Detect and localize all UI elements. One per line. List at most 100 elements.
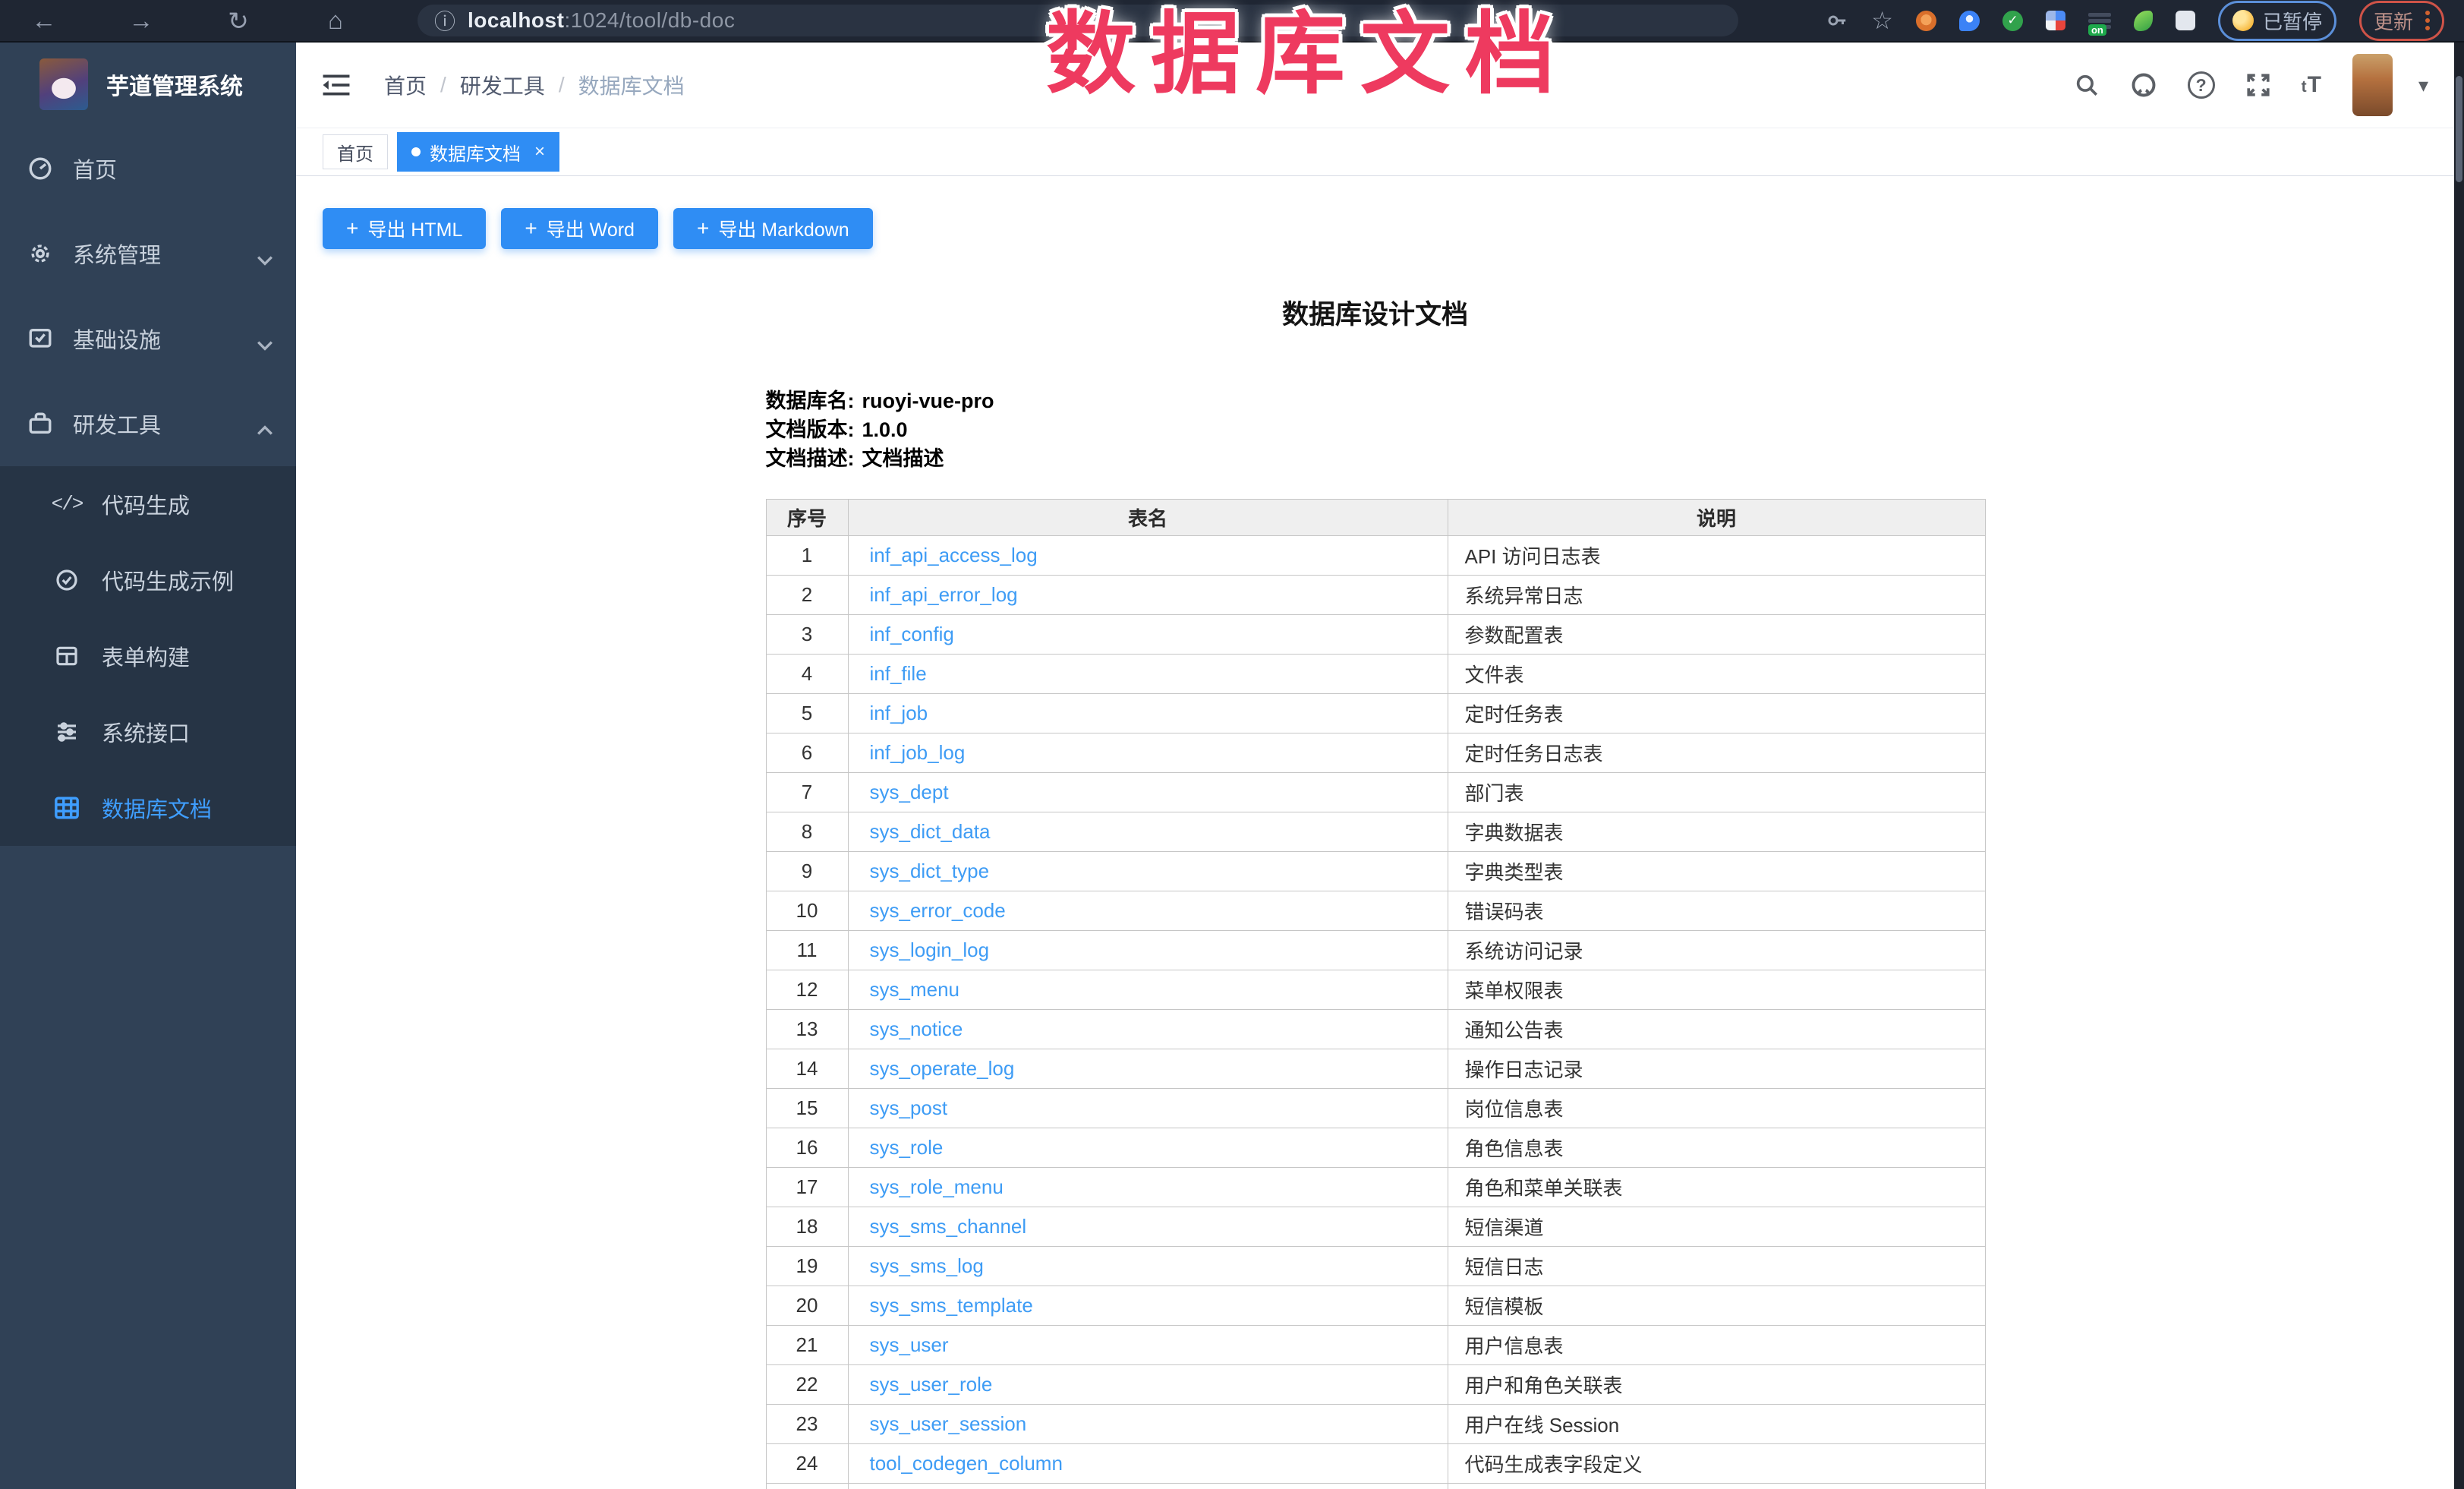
browser-update-badge[interactable]: 更新 <box>2359 1 2444 41</box>
row-number: 15 <box>766 1089 848 1128</box>
export-button[interactable]: + 导出 Word <box>501 208 658 249</box>
user-avatar[interactable] <box>2352 54 2393 116</box>
row-number: 18 <box>766 1207 848 1247</box>
paused-extension-badge[interactable]: 已暂停 <box>2218 1 2336 41</box>
sidebar-collapse-icon[interactable] <box>322 73 351 97</box>
table-row: 21 sys_user 用户信息表 <box>766 1326 1985 1365</box>
table-name-link[interactable]: sys_dept <box>870 781 949 803</box>
table-description: 系统异常日志 <box>1448 576 1985 615</box>
sidebar-item-home[interactable]: 首页 <box>0 126 296 211</box>
row-number: 24 <box>766 1444 848 1484</box>
extensions-puzzle-icon[interactable] <box>2176 11 2195 30</box>
help-icon[interactable]: ? <box>2188 71 2215 99</box>
extension-icon-2[interactable] <box>1959 11 1980 31</box>
tab-home[interactable]: 首页 <box>323 134 388 169</box>
table-name-link[interactable]: inf_job <box>870 702 928 724</box>
table-row: 14 sys_operate_log 操作日志记录 <box>766 1049 1985 1089</box>
row-number: 5 <box>766 694 848 733</box>
row-number: 12 <box>766 970 848 1010</box>
sidebar-item-codegen[interactable]: </> 代码生成 <box>0 466 296 542</box>
tab-close-icon[interactable]: × <box>534 143 545 161</box>
sidebar-item-codegen-demo[interactable]: 代码生成示例 <box>0 542 296 618</box>
sidebar-item-api[interactable]: 系统接口 <box>0 694 296 770</box>
monitor-check-icon <box>24 326 56 352</box>
tags-view-bar: 首页 数据库文档 × <box>296 128 2454 176</box>
table-name-link[interactable]: sys_sms_template <box>870 1294 1033 1317</box>
export-button[interactable]: + 导出 HTML <box>323 208 486 249</box>
extension-icon-on[interactable]: on <box>2088 8 2111 33</box>
export-button[interactable]: + 导出 Markdown <box>673 208 873 249</box>
search-icon[interactable] <box>2074 72 2100 98</box>
table-row: 12 sys_menu 菜单权限表 <box>766 970 1985 1010</box>
row-number: 13 <box>766 1010 848 1049</box>
browser-home-icon[interactable]: ⌂ <box>320 6 351 35</box>
sidebar-item-form-builder[interactable]: 表单构建 <box>0 618 296 694</box>
table-description: 短信渠道 <box>1448 1207 1985 1247</box>
table-description: API 访问日志表 <box>1448 536 1985 576</box>
site-info-icon[interactable]: ⓘ <box>434 5 455 36</box>
extension-icon-4[interactable] <box>2046 11 2065 30</box>
table-description: 定时任务日志表 <box>1448 733 1985 773</box>
table-row: 2 inf_api_error_log 系统异常日志 <box>766 576 1985 615</box>
breadcrumb: 首页 / 研发工具 / 数据库文档 <box>384 70 685 100</box>
table-name-link[interactable]: tool_codegen_column <box>870 1452 1063 1475</box>
table-name-link[interactable]: sys_role_menu <box>870 1175 1004 1198</box>
toolbox-icon <box>24 411 56 437</box>
sidebar-item-system[interactable]: 系统管理 <box>0 211 296 296</box>
sidebar: 芋道管理系统 首页 系统管理 基础设施 <box>0 43 296 1489</box>
table-name-link[interactable]: inf_config <box>870 623 954 645</box>
table-name-link[interactable]: sys_notice <box>870 1017 963 1040</box>
column-header-desc: 说明 <box>1448 500 1985 536</box>
app-logo-row[interactable]: 芋道管理系统 <box>0 43 296 126</box>
table-name-link[interactable]: sys_sms_log <box>870 1254 984 1277</box>
sidebar-item-devtools[interactable]: 研发工具 <box>0 381 296 466</box>
table-name-link[interactable]: sys_login_log <box>870 939 990 961</box>
table-name-link[interactable]: inf_api_access_log <box>870 544 1038 566</box>
table-name-link[interactable]: inf_file <box>870 662 927 685</box>
sidebar-item-label: 首页 <box>73 153 117 185</box>
browser-back-icon[interactable]: ← <box>29 6 59 35</box>
tab-db-doc[interactable]: 数据库文档 × <box>397 132 559 172</box>
table-name-link[interactable]: sys_error_code <box>870 899 1006 922</box>
extension-icon-5[interactable] <box>2134 11 2153 31</box>
scrollbar-thumb[interactable] <box>2456 76 2462 182</box>
user-menu-caret-icon[interactable]: ▾ <box>2418 74 2428 97</box>
extension-icon-1[interactable] <box>1916 11 1936 31</box>
table-name-link[interactable]: sys_dict_type <box>870 860 990 882</box>
github-icon[interactable] <box>2130 71 2157 99</box>
table-name-link[interactable]: sys_user <box>870 1333 949 1356</box>
sidebar-item-label: 数据库文档 <box>102 792 212 824</box>
page-scrollbar[interactable] <box>2454 43 2464 1489</box>
password-key-icon[interactable] <box>1826 9 1848 32</box>
table-name-link[interactable]: sys_operate_log <box>870 1057 1015 1080</box>
main-area: 首页 / 研发工具 / 数据库文档 ? tT ▾ 首页 <box>296 43 2454 1489</box>
table-row: 13 sys_notice 通知公告表 <box>766 1010 1985 1049</box>
table-name-link[interactable]: sys_user_role <box>870 1373 993 1396</box>
table-name-link[interactable]: sys_post <box>870 1096 948 1119</box>
browser-forward-icon[interactable]: → <box>126 6 156 35</box>
table-name-link[interactable]: sys_menu <box>870 978 960 1001</box>
table-name-link[interactable]: sys_dict_data <box>870 820 991 843</box>
breadcrumb-devtools[interactable]: 研发工具 <box>460 70 545 100</box>
chevron-down-icon <box>257 333 273 358</box>
breadcrumb-home[interactable]: 首页 <box>384 70 427 100</box>
document-meta-line: 数据库名:ruoyi-vue-pro <box>766 386 1985 415</box>
table-description: 文件表 <box>1448 655 1985 694</box>
sidebar-item-infra[interactable]: 基础设施 <box>0 296 296 381</box>
sidebar-item-db-doc[interactable]: 数据库文档 <box>0 770 296 846</box>
address-bar[interactable]: ⓘ localhost:1024/tool/db-doc <box>417 5 1738 36</box>
table-name-link[interactable]: sys_sms_channel <box>870 1215 1027 1238</box>
table-name-link[interactable]: inf_api_error_log <box>870 583 1018 606</box>
meta-label: 文档描述: <box>766 447 855 470</box>
row-number: 1 <box>766 536 848 576</box>
url-path: :1024/tool/db-doc <box>564 8 735 32</box>
table-name-link[interactable]: sys_role <box>870 1136 944 1159</box>
extension-icon-3[interactable] <box>2002 11 2023 31</box>
table-name-link[interactable]: inf_job_log <box>870 741 966 764</box>
font-size-icon[interactable]: tT <box>2302 72 2322 98</box>
bookmark-star-icon[interactable]: ☆ <box>1871 6 1893 35</box>
browser-reload-icon[interactable]: ↻ <box>223 6 254 36</box>
fullscreen-icon[interactable] <box>2245 72 2271 98</box>
table-name-link[interactable]: sys_user_session <box>870 1412 1027 1435</box>
browser-menu-icon[interactable] <box>2425 11 2430 30</box>
